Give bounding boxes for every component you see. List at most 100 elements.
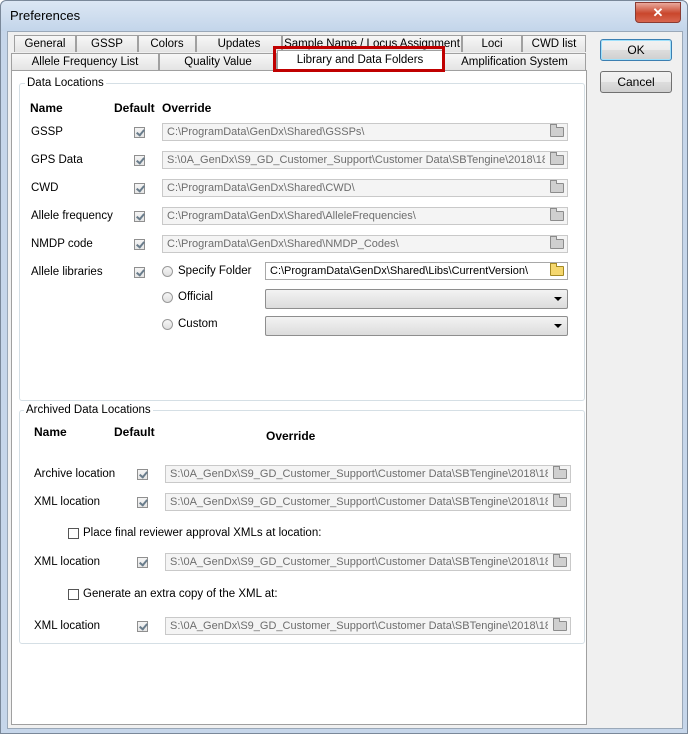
cwd-path-field[interactable]: C:\ProgramData\GenDx\Shared\CWD\ xyxy=(162,179,568,197)
archive-location-label: Archive location xyxy=(34,468,116,480)
allele-libraries-label: Allele libraries xyxy=(31,266,103,278)
specify-folder-path-field[interactable]: C:\ProgramData\GenDx\Shared\Libs\Current… xyxy=(265,262,568,280)
place-final-approval-checkbox[interactable] xyxy=(68,528,79,539)
custom-label: Custom xyxy=(178,318,218,330)
ok-button[interactable]: OK xyxy=(600,39,672,61)
archived-header-default: Default xyxy=(114,425,155,439)
extra-copy-checkbox[interactable] xyxy=(68,589,79,600)
folder-icon xyxy=(553,554,567,567)
chevron-down-icon xyxy=(554,324,562,328)
place-final-approval-label: Place final reviewer approval XMLs at lo… xyxy=(83,527,322,539)
tab-allele-frequency-list[interactable]: Allele Frequency List xyxy=(11,53,159,70)
folder-icon xyxy=(553,494,567,507)
xml-location-3-default-checkbox[interactable] xyxy=(137,621,148,632)
header-override: Override xyxy=(162,101,212,115)
gssp-default-checkbox[interactable] xyxy=(134,127,145,138)
specify-folder-browse-button[interactable] xyxy=(548,263,566,278)
allele-frequency-path-field[interactable]: C:\ProgramData\GenDx\Shared\AlleleFreque… xyxy=(162,207,568,225)
cancel-button[interactable]: Cancel xyxy=(600,71,672,93)
header-default: Default xyxy=(114,101,155,115)
cwd-browse-button[interactable] xyxy=(548,180,566,195)
allele-frequency-path-text: C:\ProgramData\GenDx\Shared\AlleleFreque… xyxy=(167,210,416,222)
data-locations-title: Data Locations xyxy=(25,77,106,89)
dialog-client-area: General GSSP Colors Updates Sample Name … xyxy=(7,31,683,729)
gps-data-browse-button[interactable] xyxy=(548,152,566,167)
official-dropdown[interactable] xyxy=(265,289,568,309)
xml-location-3-path-text: S:\0A_GenDx\S9_GD_Customer_Support\Custo… xyxy=(170,620,548,632)
folder-icon xyxy=(550,236,564,249)
gps-data-label: GPS Data xyxy=(31,154,83,166)
allele-libraries-default-checkbox[interactable] xyxy=(134,267,145,278)
folder-icon xyxy=(553,466,567,479)
xml-location-3-label: XML location xyxy=(34,620,101,632)
folder-icon xyxy=(550,124,564,137)
folder-icon xyxy=(550,152,564,165)
archived-header-name: Name xyxy=(34,425,67,439)
tab-updates[interactable]: Updates xyxy=(196,35,282,52)
xml-location-2-path-text: S:\0A_GenDx\S9_GD_Customer_Support\Custo… xyxy=(170,556,548,568)
gps-data-path-text: S:\0A_GenDx\S9_GD_Customer_Support\Custo… xyxy=(167,154,545,166)
official-radio[interactable] xyxy=(162,292,173,303)
library-and-data-folders-panel: Data Locations Name Default Override GSS… xyxy=(11,70,587,725)
cwd-path-text: C:\ProgramData\GenDx\Shared\CWD\ xyxy=(167,182,355,194)
folder-icon xyxy=(550,208,564,221)
tab-library-and-data-folders[interactable]: Library and Data Folders xyxy=(277,50,443,70)
xml-location-3-path-field[interactable]: S:\0A_GenDx\S9_GD_Customer_Support\Custo… xyxy=(165,617,571,635)
xml-location-label: XML location xyxy=(34,496,101,508)
gssp-path-text: C:\ProgramData\GenDx\Shared\GSSPs\ xyxy=(167,126,365,138)
tab-loci[interactable]: Loci xyxy=(462,35,522,52)
allele-frequency-label: Allele frequency xyxy=(31,210,113,222)
xml-location-2-browse-button[interactable] xyxy=(551,554,569,569)
allele-frequency-browse-button[interactable] xyxy=(548,208,566,223)
allele-frequency-default-checkbox[interactable] xyxy=(134,211,145,222)
nmdp-code-path-text: C:\ProgramData\GenDx\Shared\NMDP_Codes\ xyxy=(167,238,399,250)
extra-copy-label: Generate an extra copy of the XML at: xyxy=(83,588,278,600)
cwd-label: CWD xyxy=(31,182,59,194)
tab-gssp[interactable]: GSSP xyxy=(76,35,138,52)
archive-location-browse-button[interactable] xyxy=(551,466,569,481)
window-title: Preferences xyxy=(10,8,81,23)
gssp-path-field[interactable]: C:\ProgramData\GenDx\Shared\GSSPs\ xyxy=(162,123,568,141)
specify-folder-radio[interactable] xyxy=(162,266,173,277)
close-button[interactable]: ✕ xyxy=(635,2,681,23)
tab-cwd-list[interactable]: CWD list xyxy=(522,35,586,52)
nmdp-code-browse-button[interactable] xyxy=(548,236,566,251)
tab-colors[interactable]: Colors xyxy=(138,35,196,52)
custom-dropdown[interactable] xyxy=(265,316,568,336)
folder-icon xyxy=(550,180,564,193)
xml-location-browse-button[interactable] xyxy=(551,494,569,509)
official-label: Official xyxy=(178,291,213,303)
tab-amplification-system[interactable]: Amplification System xyxy=(443,53,586,70)
title-bar[interactable]: Preferences ✕ xyxy=(1,1,687,31)
gps-data-default-checkbox[interactable] xyxy=(134,155,145,166)
preferences-window: Preferences ✕ General GSSP Colors Update… xyxy=(0,0,688,734)
xml-location-3-browse-button[interactable] xyxy=(551,618,569,633)
xml-location-default-checkbox[interactable] xyxy=(137,497,148,508)
xml-location-2-path-field[interactable]: S:\0A_GenDx\S9_GD_Customer_Support\Custo… xyxy=(165,553,571,571)
archived-data-locations-title: Archived Data Locations xyxy=(24,404,153,416)
xml-location-path-field[interactable]: S:\0A_GenDx\S9_GD_Customer_Support\Custo… xyxy=(165,493,571,511)
chevron-down-icon xyxy=(554,297,562,301)
specify-folder-path-text: C:\ProgramData\GenDx\Shared\Libs\Current… xyxy=(270,265,529,277)
specify-folder-label: Specify Folder xyxy=(178,265,252,277)
archive-location-path-field[interactable]: S:\0A_GenDx\S9_GD_Customer_Support\Custo… xyxy=(165,465,571,483)
archived-header-override: Override xyxy=(266,429,316,443)
custom-radio[interactable] xyxy=(162,319,173,330)
nmdp-code-label: NMDP code xyxy=(31,238,93,250)
nmdp-code-default-checkbox[interactable] xyxy=(134,239,145,250)
tab-general[interactable]: General xyxy=(14,35,76,52)
gssp-label: GSSP xyxy=(31,126,63,138)
xml-location-path-text: S:\0A_GenDx\S9_GD_Customer_Support\Custo… xyxy=(170,496,548,508)
tab-quality-value[interactable]: Quality Value xyxy=(159,53,277,70)
folder-icon xyxy=(550,263,564,276)
xml-location-2-default-checkbox[interactable] xyxy=(137,557,148,568)
xml-location-2-label: XML location xyxy=(34,556,101,568)
cwd-default-checkbox[interactable] xyxy=(134,183,145,194)
archive-location-default-checkbox[interactable] xyxy=(137,469,148,480)
nmdp-code-path-field[interactable]: C:\ProgramData\GenDx\Shared\NMDP_Codes\ xyxy=(162,235,568,253)
gssp-browse-button[interactable] xyxy=(548,124,566,139)
gps-data-path-field[interactable]: S:\0A_GenDx\S9_GD_Customer_Support\Custo… xyxy=(162,151,568,169)
header-name: Name xyxy=(30,101,63,115)
archive-location-path-text: S:\0A_GenDx\S9_GD_Customer_Support\Custo… xyxy=(170,468,548,480)
close-icon: ✕ xyxy=(652,5,664,20)
